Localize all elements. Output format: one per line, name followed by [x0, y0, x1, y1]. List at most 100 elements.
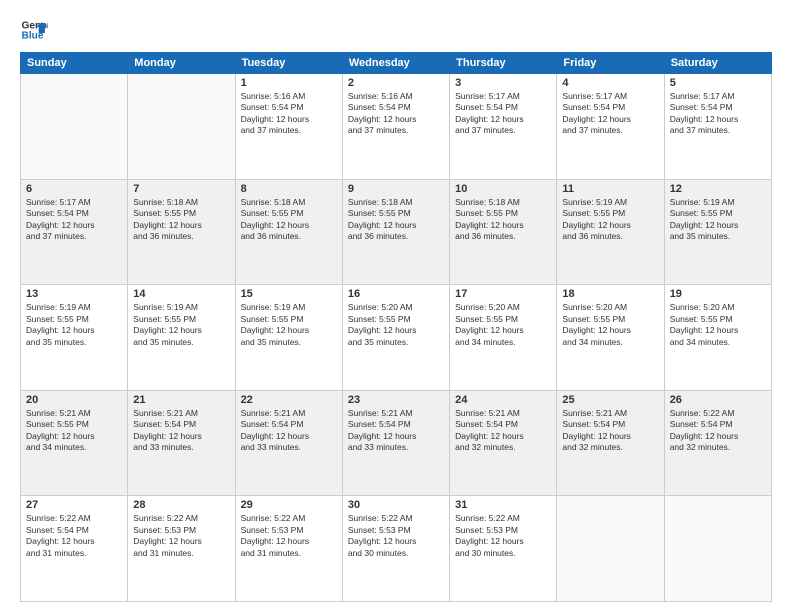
cell-text-line: Sunset: 5:55 PM	[670, 208, 766, 219]
day-number: 6	[26, 183, 122, 195]
cell-text-line: Sunrise: 5:19 AM	[241, 302, 337, 313]
cell-text-line: Sunrise: 5:17 AM	[455, 91, 551, 102]
cell-text-line: Sunset: 5:54 PM	[455, 419, 551, 430]
cell-text-line: Sunrise: 5:21 AM	[348, 408, 444, 419]
cell-text-line: and 32 minutes.	[455, 442, 551, 453]
day-number: 21	[133, 394, 229, 406]
cell-text-line: Daylight: 12 hours	[455, 536, 551, 547]
cell-text-line: Sunset: 5:54 PM	[670, 102, 766, 113]
cell-text-line: Sunset: 5:55 PM	[348, 314, 444, 325]
day-number: 19	[670, 288, 766, 300]
calendar-day-cell: 5Sunrise: 5:17 AMSunset: 5:54 PMDaylight…	[664, 74, 771, 180]
cell-text-line: Daylight: 12 hours	[241, 431, 337, 442]
cell-text-line: Sunrise: 5:21 AM	[26, 408, 122, 419]
cell-text-line: Daylight: 12 hours	[670, 431, 766, 442]
cell-text-line: Sunrise: 5:18 AM	[133, 197, 229, 208]
cell-text-line: Sunrise: 5:17 AM	[26, 197, 122, 208]
cell-text-line: Daylight: 12 hours	[26, 325, 122, 336]
cell-text-line: Daylight: 12 hours	[348, 114, 444, 125]
cell-text-line: and 33 minutes.	[241, 442, 337, 453]
calendar-day-cell: 8Sunrise: 5:18 AMSunset: 5:55 PMDaylight…	[235, 179, 342, 285]
cell-text-line: and 34 minutes.	[455, 337, 551, 348]
cell-text-line: Sunset: 5:54 PM	[241, 419, 337, 430]
calendar-day-cell	[21, 74, 128, 180]
cell-text-line: Sunset: 5:55 PM	[455, 314, 551, 325]
calendar-day-cell	[664, 496, 771, 602]
cell-text-line: Sunset: 5:54 PM	[562, 419, 658, 430]
logo-icon: General Blue	[20, 16, 48, 44]
calendar-week-row: 1Sunrise: 5:16 AMSunset: 5:54 PMDaylight…	[21, 74, 772, 180]
cell-text-line: Sunset: 5:53 PM	[241, 525, 337, 536]
cell-text-line: Sunset: 5:54 PM	[26, 208, 122, 219]
cell-text-line: Daylight: 12 hours	[348, 536, 444, 547]
cell-text-line: and 35 minutes.	[348, 337, 444, 348]
cell-text-line: Sunrise: 5:21 AM	[455, 408, 551, 419]
cell-text-line: Sunset: 5:54 PM	[241, 102, 337, 113]
calendar-week-row: 20Sunrise: 5:21 AMSunset: 5:55 PMDayligh…	[21, 390, 772, 496]
weekday-header-sunday: Sunday	[21, 53, 128, 74]
cell-text-line: Sunset: 5:55 PM	[455, 208, 551, 219]
cell-text-line: and 35 minutes.	[241, 337, 337, 348]
day-number: 20	[26, 394, 122, 406]
cell-text-line: Daylight: 12 hours	[670, 114, 766, 125]
cell-text-line: and 35 minutes.	[26, 337, 122, 348]
cell-text-line: Sunrise: 5:19 AM	[670, 197, 766, 208]
weekday-header-row: SundayMondayTuesdayWednesdayThursdayFrid…	[21, 53, 772, 74]
calendar-day-cell: 22Sunrise: 5:21 AMSunset: 5:54 PMDayligh…	[235, 390, 342, 496]
day-number: 28	[133, 499, 229, 511]
cell-text-line: and 34 minutes.	[562, 337, 658, 348]
cell-text-line: and 36 minutes.	[241, 231, 337, 242]
cell-text-line: Sunrise: 5:20 AM	[670, 302, 766, 313]
day-number: 26	[670, 394, 766, 406]
day-number: 11	[562, 183, 658, 195]
cell-text-line: Daylight: 12 hours	[455, 431, 551, 442]
calendar-day-cell: 2Sunrise: 5:16 AMSunset: 5:54 PMDaylight…	[342, 74, 449, 180]
cell-text-line: and 36 minutes.	[133, 231, 229, 242]
cell-text-line: Daylight: 12 hours	[670, 325, 766, 336]
day-number: 5	[670, 77, 766, 89]
cell-text-line: and 37 minutes.	[241, 125, 337, 136]
cell-text-line: Daylight: 12 hours	[670, 220, 766, 231]
calendar-day-cell: 10Sunrise: 5:18 AMSunset: 5:55 PMDayligh…	[450, 179, 557, 285]
cell-text-line: Sunset: 5:55 PM	[241, 208, 337, 219]
calendar-day-cell: 26Sunrise: 5:22 AMSunset: 5:54 PMDayligh…	[664, 390, 771, 496]
cell-text-line: Sunrise: 5:17 AM	[562, 91, 658, 102]
day-number: 23	[348, 394, 444, 406]
calendar-day-cell: 19Sunrise: 5:20 AMSunset: 5:55 PMDayligh…	[664, 285, 771, 391]
cell-text-line: Sunset: 5:55 PM	[133, 208, 229, 219]
calendar-day-cell: 30Sunrise: 5:22 AMSunset: 5:53 PMDayligh…	[342, 496, 449, 602]
cell-text-line: Daylight: 12 hours	[133, 431, 229, 442]
cell-text-line: and 34 minutes.	[670, 337, 766, 348]
calendar-day-cell: 6Sunrise: 5:17 AMSunset: 5:54 PMDaylight…	[21, 179, 128, 285]
day-number: 31	[455, 499, 551, 511]
cell-text-line: Sunrise: 5:16 AM	[241, 91, 337, 102]
calendar-day-cell: 17Sunrise: 5:20 AMSunset: 5:55 PMDayligh…	[450, 285, 557, 391]
cell-text-line: Sunrise: 5:21 AM	[133, 408, 229, 419]
cell-text-line: Sunset: 5:55 PM	[562, 208, 658, 219]
calendar-day-cell: 18Sunrise: 5:20 AMSunset: 5:55 PMDayligh…	[557, 285, 664, 391]
calendar-day-cell: 21Sunrise: 5:21 AMSunset: 5:54 PMDayligh…	[128, 390, 235, 496]
cell-text-line: Daylight: 12 hours	[133, 536, 229, 547]
day-number: 16	[348, 288, 444, 300]
calendar-day-cell: 15Sunrise: 5:19 AMSunset: 5:55 PMDayligh…	[235, 285, 342, 391]
calendar-day-cell: 20Sunrise: 5:21 AMSunset: 5:55 PMDayligh…	[21, 390, 128, 496]
cell-text-line: Sunrise: 5:22 AM	[241, 513, 337, 524]
cell-text-line: Sunrise: 5:16 AM	[348, 91, 444, 102]
calendar-day-cell: 16Sunrise: 5:20 AMSunset: 5:55 PMDayligh…	[342, 285, 449, 391]
cell-text-line: and 36 minutes.	[455, 231, 551, 242]
cell-text-line: and 30 minutes.	[348, 548, 444, 559]
cell-text-line: and 33 minutes.	[133, 442, 229, 453]
calendar-day-cell: 12Sunrise: 5:19 AMSunset: 5:55 PMDayligh…	[664, 179, 771, 285]
cell-text-line: Sunset: 5:54 PM	[348, 102, 444, 113]
day-number: 10	[455, 183, 551, 195]
cell-text-line: Sunrise: 5:21 AM	[241, 408, 337, 419]
day-number: 15	[241, 288, 337, 300]
calendar-day-cell: 31Sunrise: 5:22 AMSunset: 5:53 PMDayligh…	[450, 496, 557, 602]
calendar-week-row: 27Sunrise: 5:22 AMSunset: 5:54 PMDayligh…	[21, 496, 772, 602]
cell-text-line: Sunrise: 5:22 AM	[455, 513, 551, 524]
day-number: 18	[562, 288, 658, 300]
cell-text-line: Daylight: 12 hours	[26, 536, 122, 547]
cell-text-line: Daylight: 12 hours	[455, 114, 551, 125]
cell-text-line: Sunrise: 5:19 AM	[26, 302, 122, 313]
page-header: General Blue	[20, 16, 772, 44]
